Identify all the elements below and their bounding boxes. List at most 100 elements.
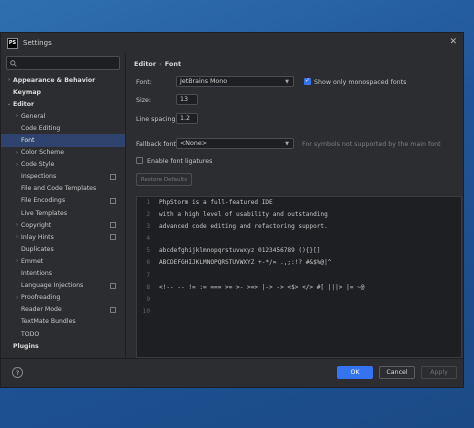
sidebar-item-language-injections[interactable]: Language Injections [1, 280, 125, 292]
sidebar-item-label: Code Editing [21, 124, 61, 132]
breadcrumb-editor[interactable]: Editor [134, 60, 156, 68]
ok-button[interactable]: OK [337, 366, 373, 379]
size-input[interactable]: 13 [176, 94, 198, 105]
code-line: ABCDEFGHIJKLMNOPQRSTUVWXYZ +-*/= .,;:!? … [159, 259, 332, 267]
search-icon [10, 59, 17, 67]
settings-window: PS Settings ✕ › Appearance & Behavior Keym… [0, 32, 464, 388]
code-line: abcdefghijklmnopqrstuvwxyz 0123456789 ()… [159, 247, 321, 255]
font-label: Font: [136, 79, 152, 86]
sidebar-item-appearance-behavior[interactable]: › Appearance & Behavior [1, 74, 125, 86]
preview-text[interactable]: PhpStorm is a full-featured IDE with a hi… [159, 197, 364, 318]
project-scope-icon [110, 197, 116, 204]
line-number: 1 [146, 199, 150, 206]
mono-only-label: Show only monospaced fonts [314, 79, 407, 86]
sidebar-item-label: Intentions [21, 270, 52, 278]
font-preview-editor[interactable]: 1 2 3 4 5 6 7 8 9 10 PhpStorm is a full-featured … [136, 196, 462, 358]
sidebar-item-duplicates[interactable]: Duplicates [1, 243, 125, 255]
restore-defaults-button[interactable]: Restore Defaults [136, 173, 192, 186]
project-scope-icon [110, 222, 116, 229]
sidebar-item-label: Live Templates [21, 209, 68, 217]
cancel-button[interactable]: Cancel [379, 366, 415, 379]
close-icon[interactable]: ✕ [449, 37, 457, 47]
settings-sidebar: › Appearance & Behavior Keymap ⌄ Editor › Gene… [1, 53, 126, 359]
code-line: PhpStorm is a full-featured IDE [159, 199, 273, 206]
sidebar-item-live-templates[interactable]: Live Templates [1, 207, 125, 219]
line-number: 9 [146, 295, 150, 303]
sidebar-item-label: General [21, 112, 46, 120]
sidebar-item-label: Inspections [21, 173, 57, 181]
code-line: advanced code editing and refactoring su… [159, 223, 328, 231]
font-family-select[interactable]: JetBrains Mono ▼ [176, 76, 294, 87]
sidebar-item-label: Duplicates [21, 245, 54, 253]
ligatures-label: Enable font ligatures [147, 158, 213, 165]
chevron-icon[interactable]: › [13, 113, 21, 119]
sidebar-item-code-style[interactable]: › Code Style [1, 159, 125, 171]
sidebar-item-label: Proofreading [21, 294, 61, 302]
project-scope-icon [110, 282, 116, 289]
line-spacing-label: Line spacing: [136, 116, 178, 123]
line-number: 5 [146, 247, 150, 255]
sidebar-item-editor[interactable]: ⌄ Editor [1, 98, 125, 110]
sidebar-item-reader-mode[interactable]: Reader Mode [1, 304, 125, 316]
sidebar-item-label: Appearance & Behavior [13, 76, 96, 84]
title-bar: PS Settings ✕ [1, 33, 463, 53]
project-scope-icon [110, 306, 116, 313]
ligatures-checkbox[interactable] [136, 157, 143, 164]
line-number: 2 [146, 211, 150, 219]
chevron-icon[interactable]: › [13, 295, 21, 301]
sidebar-item-emmet[interactable]: › Emmet [1, 255, 125, 267]
dialog-footer: ? OK Cancel Apply [1, 358, 463, 387]
line-number: 7 [146, 271, 150, 279]
sidebar-item-general[interactable]: › General [1, 110, 125, 122]
line-spacing-input[interactable]: 1.2 [176, 113, 198, 124]
sidebar-item-color-scheme[interactable]: › Color Scheme [1, 147, 125, 159]
fallback-hint: For symbols not supported by the main fo… [302, 141, 441, 148]
sidebar-item-proofreading[interactable]: › Proofreading [1, 292, 125, 304]
line-number: 6 [146, 259, 150, 267]
breadcrumb: Editor › Font [134, 60, 181, 68]
sidebar-item-font[interactable]: Font [1, 134, 125, 147]
chevron-icon[interactable]: › [13, 162, 21, 168]
chevron-icon[interactable]: › [13, 150, 21, 156]
sidebar-item-plugins[interactable]: Plugins [1, 340, 125, 352]
mono-only-checkbox[interactable] [304, 77, 311, 85]
sidebar-item-copyright[interactable]: › Copyright [1, 219, 125, 231]
sidebar-item-code-editing[interactable]: Code Editing [1, 122, 125, 134]
sidebar-item-keymap[interactable]: Keymap [1, 86, 125, 98]
sidebar-item-textmate-bundles[interactable]: TextMate Bundles [1, 316, 125, 328]
sidebar-item-label: Font [21, 137, 35, 145]
sidebar-item-label: Emmet [21, 257, 44, 265]
code-line: with a high level of usability and outst… [159, 211, 328, 219]
search-input[interactable] [17, 59, 109, 67]
size-label: Size: [136, 97, 152, 104]
sidebar-item-inspections[interactable]: Inspections [1, 171, 125, 183]
chevron-icon[interactable]: › [13, 258, 21, 264]
chevron-icon[interactable]: › [13, 222, 21, 228]
sidebar-item-todo[interactable]: TODO [1, 328, 125, 340]
phpstorm-app-icon: PS [7, 37, 18, 49]
chevron-icon[interactable]: › [13, 234, 21, 240]
settings-search[interactable] [6, 56, 120, 70]
apply-button[interactable]: Apply [421, 366, 457, 379]
chevron-down-icon: ▼ [285, 140, 289, 147]
sidebar-item-file-encodings[interactable]: File Encodings [1, 195, 125, 207]
sidebar-item-file-and-code-templates[interactable]: File and Code Templates [1, 183, 125, 195]
fallback-font-value: <None> [180, 140, 207, 147]
project-scope-icon [110, 173, 116, 180]
line-number: 8 [146, 283, 150, 291]
fallback-font-select[interactable]: <None> ▼ [176, 138, 294, 149]
sidebar-item-label: Copyright [21, 221, 52, 229]
help-button[interactable]: ? [12, 367, 23, 378]
chevron-icon[interactable]: ⌄ [5, 101, 13, 107]
sidebar-item-label: Inlay Hints [21, 233, 54, 241]
sidebar-item-inlay-hints[interactable]: › Inlay Hints [1, 231, 125, 243]
chevron-icon[interactable]: › [5, 77, 13, 83]
line-number: 4 [146, 235, 150, 243]
breadcrumb-separator: › [159, 60, 162, 68]
sidebar-item-label: Plugins [13, 342, 39, 350]
sidebar-item-intentions[interactable]: Intentions [1, 268, 125, 280]
settings-tree: › Appearance & Behavior Keymap ⌄ Editor › Gene… [1, 74, 125, 352]
